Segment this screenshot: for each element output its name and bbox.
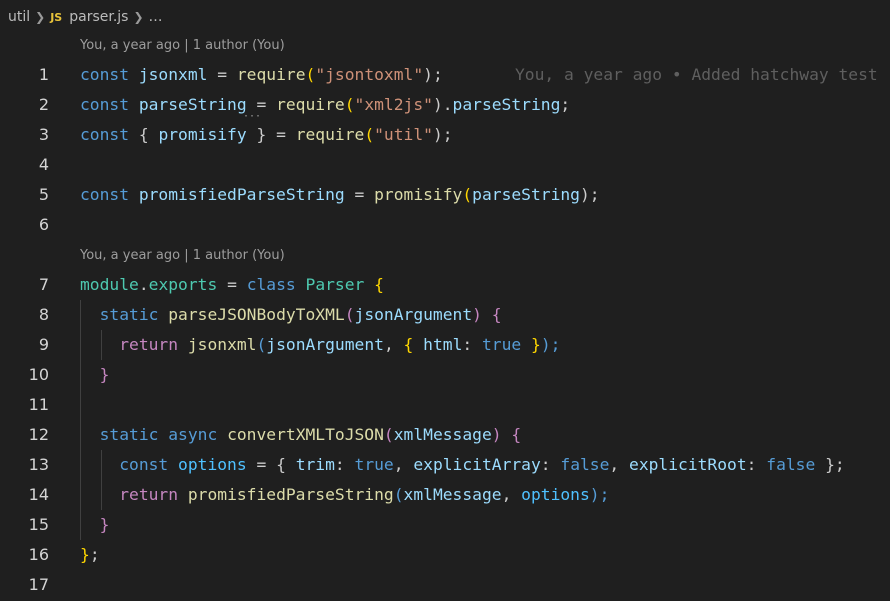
code-text: const promisfiedParseString = promisify(… xyxy=(80,185,600,204)
code-text: } xyxy=(99,365,110,384)
code-line[interactable]: 10 } xyxy=(0,360,890,390)
code-text: module.exports = class Parser { xyxy=(80,275,384,294)
code-line[interactable]: 7 module.exports = class Parser { xyxy=(0,270,890,300)
code-line[interactable]: 15 } xyxy=(0,510,890,540)
code-line[interactable]: 13 const options = { trim: true, explici… xyxy=(0,450,890,480)
line-number: 12 xyxy=(28,425,49,444)
code-text: } xyxy=(99,515,110,534)
code-text: const options = { trim: true, explicitAr… xyxy=(119,455,845,474)
chevron-right-icon: ❯ xyxy=(35,10,46,24)
code-text: static parseJSONBodyToXML(jsonArgument) … xyxy=(99,305,502,324)
line-number: 4 xyxy=(38,155,49,174)
code-text: return promisfiedParseString(xmlMessage,… xyxy=(119,485,610,504)
code-line[interactable]: 16 }; xyxy=(0,540,890,570)
line-number: 2 xyxy=(38,95,49,114)
code-line[interactable]: 9 return jsonxml(jsonArgument, { html: t… xyxy=(0,330,890,360)
breadcrumb-file[interactable]: parser.js xyxy=(69,9,128,25)
line-number: 6 xyxy=(38,215,49,234)
code-line[interactable]: 2 const parseString = require("xml2js").… xyxy=(0,90,890,120)
code-text: const jsonxml = require("jsontoxml"); xyxy=(80,65,443,84)
line-number: 17 xyxy=(28,575,49,594)
code-line[interactable]: 12 static async convertXMLToJSON(xmlMess… xyxy=(0,420,890,450)
code-line[interactable]: 11 xyxy=(0,390,890,420)
line-number: 10 xyxy=(28,365,49,384)
code-editor[interactable]: You, a year ago | 1 author (You) 1 const… xyxy=(0,34,890,601)
code-line[interactable]: 14 return promisfiedParseString(xmlMessa… xyxy=(0,480,890,510)
code-text: return jsonxml(jsonArgument, { html: tru… xyxy=(119,335,561,354)
line-number: 3 xyxy=(38,125,49,144)
code-lens-blame[interactable]: You, a year ago | 1 author (You) xyxy=(80,34,285,58)
code-lens-blame[interactable]: You, a year ago | 1 author (You) xyxy=(80,244,285,268)
code-line[interactable]: 8 static parseJSONBodyToXML(jsonArgument… xyxy=(0,300,890,330)
line-number: 16 xyxy=(28,545,49,564)
code-line[interactable]: 6 xyxy=(0,210,890,240)
inline-blame-annotation[interactable]: You, a year ago • Added hatchway test xyxy=(515,60,878,90)
code-line[interactable]: 3 const { promisify } = require("util"); xyxy=(0,120,890,150)
line-number: 5 xyxy=(38,185,49,204)
code-line[interactable]: 4 xyxy=(0,150,890,180)
breadcrumb: util ❯ JS parser.js ❯ … xyxy=(0,0,890,34)
code-line[interactable]: 1 const jsonxml = require("jsontoxml"); … xyxy=(0,60,890,90)
line-number: 1 xyxy=(38,65,49,84)
code-line[interactable]: 5 const promisfiedParseString = promisif… xyxy=(0,180,890,210)
code-text: const { promisify } = require("util"); xyxy=(80,125,453,144)
line-number: 8 xyxy=(38,305,49,324)
code-text: static async convertXMLToJSON(xmlMessage… xyxy=(99,425,522,444)
code-text: }; xyxy=(80,545,100,564)
line-number: 9 xyxy=(38,335,49,354)
breadcrumb-symbol-ellipsis[interactable]: … xyxy=(149,9,163,25)
line-number: 15 xyxy=(28,515,49,534)
line-number: 13 xyxy=(28,455,49,474)
chevron-right-icon: ❯ xyxy=(133,10,144,24)
code-line[interactable]: 17 xyxy=(0,570,890,600)
line-number: 7 xyxy=(38,275,49,294)
line-number: 11 xyxy=(28,395,49,414)
javascript-file-icon: JS xyxy=(50,10,63,24)
breadcrumb-folder[interactable]: util xyxy=(8,9,30,25)
line-number: 14 xyxy=(28,485,49,504)
code-text: const parseString = require("xml2js").pa… xyxy=(80,95,571,114)
